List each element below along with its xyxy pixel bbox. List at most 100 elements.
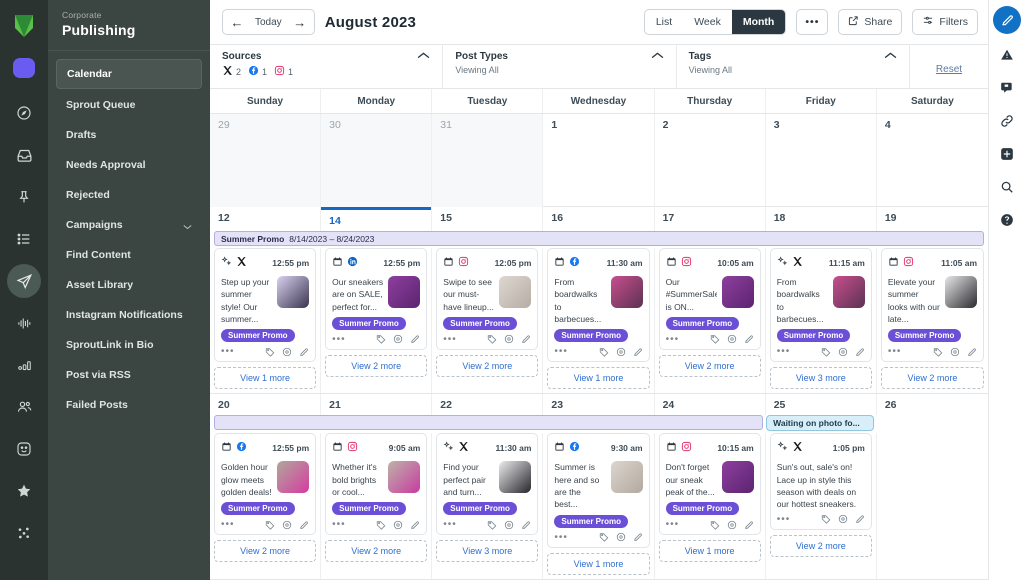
- view-more-button[interactable]: View 2 more: [325, 355, 427, 377]
- search-icon[interactable]: [994, 175, 1020, 199]
- source-chip-x-twitter[interactable]: 2: [222, 65, 241, 78]
- post-more-menu-icon[interactable]: •••: [777, 514, 791, 525]
- calendar-day-cell[interactable]: 23: [543, 394, 654, 415]
- post-more-menu-icon[interactable]: •••: [888, 346, 902, 357]
- post-tag-badge[interactable]: Summer Promo: [666, 502, 740, 515]
- sidebar-item-sprout-queue[interactable]: Sprout Queue: [56, 91, 202, 119]
- edit-pencil-icon[interactable]: [410, 334, 420, 344]
- post-tag-badge[interactable]: Summer Promo: [443, 317, 517, 330]
- view-more-button[interactable]: View 2 more: [881, 367, 984, 389]
- link-icon[interactable]: [994, 109, 1020, 133]
- post-card[interactable]: 11:30 amFind your perfect pair and turn.…: [436, 433, 538, 535]
- calendar-day-cell[interactable]: 16: [543, 207, 654, 231]
- post-more-menu-icon[interactable]: •••: [332, 334, 346, 345]
- post-tag-badge[interactable]: Summer Promo: [777, 329, 851, 342]
- calendar-day-cell[interactable]: 14: [321, 207, 432, 231]
- share-button[interactable]: Share: [838, 9, 902, 35]
- preview-eye-icon[interactable]: [504, 520, 514, 530]
- edit-pencil-icon[interactable]: [744, 520, 754, 530]
- post-more-menu-icon[interactable]: •••: [443, 334, 457, 345]
- calendar-day-cell[interactable]: 17: [655, 207, 766, 231]
- post-card[interactable]: 10:15 amDon't forget our sneak peak of t…: [659, 433, 761, 535]
- preview-eye-icon[interactable]: [282, 520, 292, 530]
- calendar-day-cell[interactable]: 30: [321, 114, 432, 207]
- sidebar-item-asset-library[interactable]: Asset Library: [56, 271, 202, 299]
- tag-icon[interactable]: [821, 514, 831, 524]
- view-tab-week[interactable]: Week: [683, 10, 732, 34]
- sidebar-item-workspace[interactable]: [13, 58, 35, 78]
- smiley-icon[interactable]: [7, 432, 41, 466]
- view-more-button[interactable]: View 1 more: [547, 553, 649, 575]
- preview-eye-icon[interactable]: [838, 514, 848, 524]
- post-tag-badge[interactable]: Summer Promo: [221, 502, 295, 515]
- post-card[interactable]: 12:55 pmOur sneakers are on SALE, perfec…: [325, 248, 427, 350]
- alert-triangle-icon[interactable]: [994, 43, 1020, 67]
- calendar-day-cell[interactable]: 3: [766, 114, 877, 207]
- calendar-note-pill[interactable]: Waiting on photo fo...: [766, 415, 873, 431]
- preview-eye-icon[interactable]: [616, 532, 626, 542]
- tag-icon[interactable]: [710, 520, 720, 530]
- sidebar-item-calendar[interactable]: Calendar: [56, 59, 202, 89]
- edit-pencil-icon[interactable]: [521, 334, 531, 344]
- edit-pencil-icon[interactable]: [633, 347, 643, 357]
- sources-filter[interactable]: Sources 211: [210, 45, 443, 88]
- next-period-button[interactable]: →: [286, 15, 314, 30]
- post-card[interactable]: 9:05 amWhether it's bold brights or cool…: [325, 433, 427, 535]
- more-options-button[interactable]: •••: [796, 9, 828, 35]
- calendar-day-cell[interactable]: 12: [210, 207, 321, 231]
- post-types-filter[interactable]: Post Types Viewing All: [443, 45, 676, 88]
- bar-chart-icon[interactable]: [7, 348, 41, 382]
- preview-eye-icon[interactable]: [950, 347, 960, 357]
- calendar-day-cell[interactable]: 2: [655, 114, 766, 207]
- view-more-button[interactable]: View 2 more: [214, 540, 316, 562]
- sidebar-item-drafts[interactable]: Drafts: [56, 121, 202, 149]
- post-more-menu-icon[interactable]: •••: [443, 519, 457, 530]
- sidebar-item-campaigns[interactable]: Campaigns: [56, 211, 202, 239]
- sidebar-item-post-via-rss[interactable]: Post via RSS: [56, 361, 202, 389]
- edit-pencil-icon[interactable]: [299, 347, 309, 357]
- view-more-button[interactable]: View 3 more: [770, 367, 872, 389]
- campaign-bar[interactable]: Summer Promo8/14/2023 – 8/24/2023: [214, 231, 984, 246]
- post-tag-badge[interactable]: Summer Promo: [332, 317, 406, 330]
- calendar-day-cell[interactable]: 22: [432, 394, 543, 415]
- post-tag-badge[interactable]: Summer Promo: [666, 317, 740, 330]
- post-card[interactable]: 1:05 pmSun's out, sale's on! Lace up in …: [770, 433, 872, 529]
- pin-icon[interactable]: [7, 180, 41, 214]
- preview-eye-icon[interactable]: [393, 520, 403, 530]
- post-more-menu-icon[interactable]: •••: [666, 334, 680, 345]
- calendar-day-cell[interactable]: 21: [321, 394, 432, 415]
- post-tag-badge[interactable]: Summer Promo: [888, 329, 962, 342]
- edit-pencil-icon[interactable]: [633, 532, 643, 542]
- source-chip-instagram[interactable]: 1: [274, 65, 293, 78]
- view-more-button[interactable]: View 1 more: [214, 367, 316, 389]
- tag-icon[interactable]: [821, 347, 831, 357]
- tag-icon[interactable]: [376, 520, 386, 530]
- sidebar-item-failed-posts[interactable]: Failed Posts: [56, 391, 202, 419]
- calendar-day-cell[interactable]: 24: [655, 394, 766, 415]
- post-card[interactable]: 11:05 amElevate your summer looks with o…: [881, 248, 984, 362]
- edit-pencil-icon[interactable]: [410, 520, 420, 530]
- sidebar-item-rejected[interactable]: Rejected: [56, 181, 202, 209]
- date-navigator[interactable]: ← Today →: [222, 9, 315, 35]
- prev-period-button[interactable]: ←: [223, 15, 251, 30]
- reset-filters-link[interactable]: Reset: [936, 64, 962, 75]
- sidebar-item-find-content[interactable]: Find Content: [56, 241, 202, 269]
- tag-icon[interactable]: [265, 347, 275, 357]
- plus-square-icon[interactable]: [994, 142, 1020, 166]
- post-more-menu-icon[interactable]: •••: [777, 346, 791, 357]
- sidebar-item-needs-approval[interactable]: Needs Approval: [56, 151, 202, 179]
- post-tag-badge[interactable]: Summer Promo: [221, 329, 295, 342]
- post-tag-badge[interactable]: Summer Promo: [332, 502, 406, 515]
- sidebar-item-instagram-notifications[interactable]: Instagram Notifications: [56, 301, 202, 329]
- calendar-day-cell[interactable]: 4: [877, 114, 988, 207]
- calendar-day-cell[interactable]: 15: [432, 207, 543, 231]
- help-circle-icon[interactable]: [994, 208, 1020, 232]
- compass-icon[interactable]: [7, 96, 41, 130]
- tag-icon[interactable]: [265, 520, 275, 530]
- view-tab-list[interactable]: List: [645, 10, 683, 34]
- edit-pencil-icon[interactable]: [521, 520, 531, 530]
- preview-eye-icon[interactable]: [504, 334, 514, 344]
- list-icon[interactable]: [7, 222, 41, 256]
- calendar-day-cell[interactable]: 19: [877, 207, 988, 231]
- post-more-menu-icon[interactable]: •••: [554, 346, 568, 357]
